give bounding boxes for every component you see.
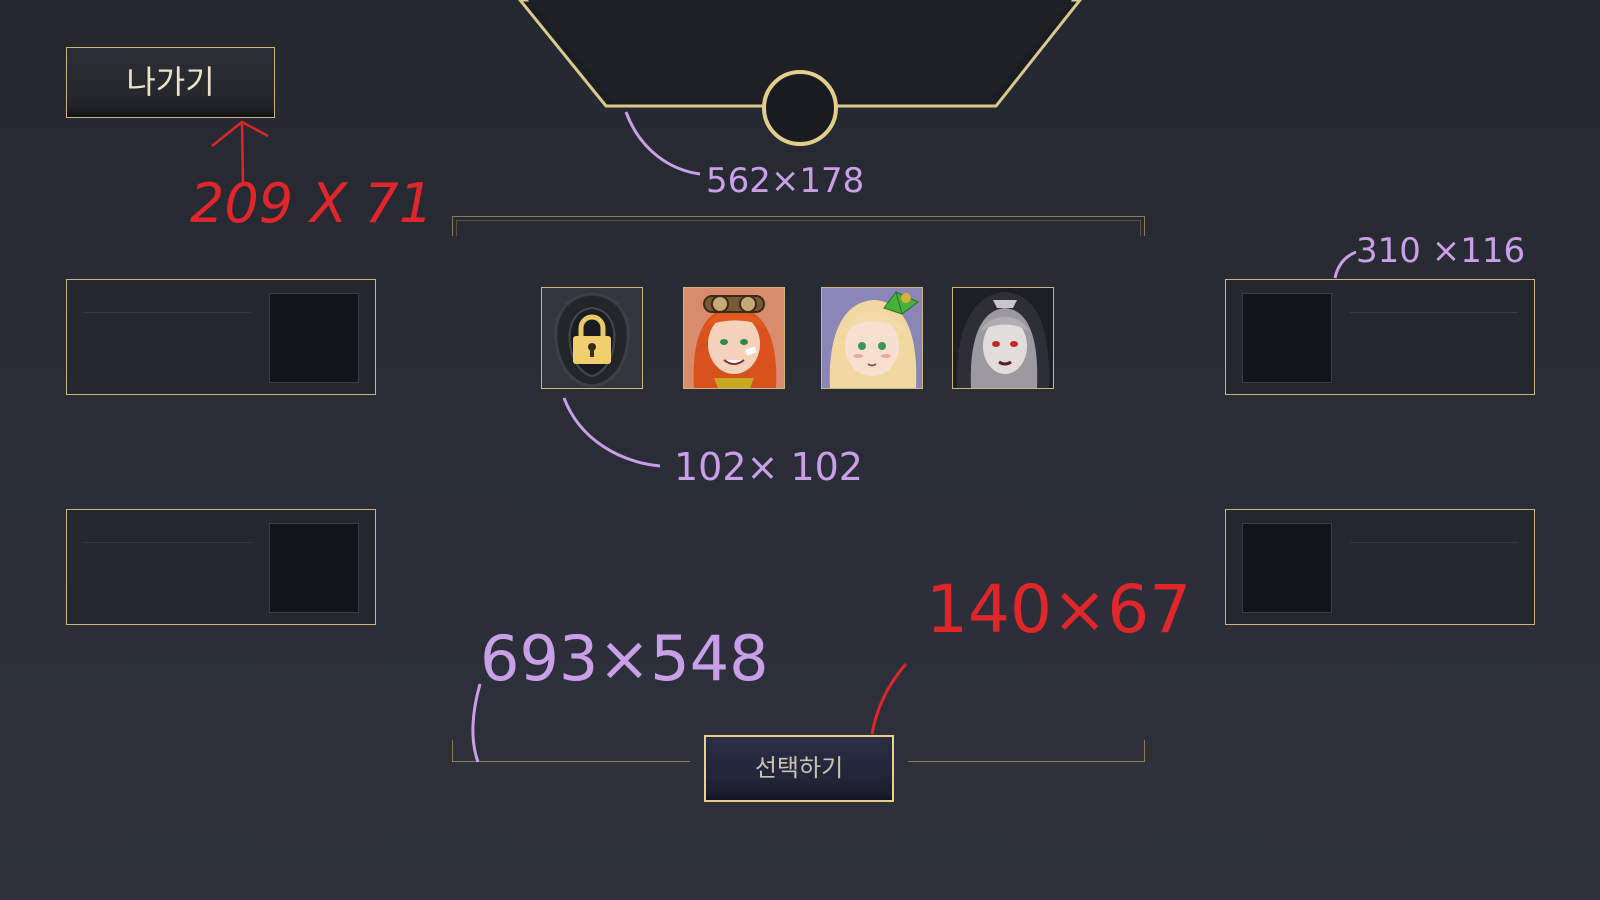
annotation-header-size: 562×178: [706, 161, 864, 201]
character-slot-hooded[interactable]: [952, 287, 1054, 389]
annotation-frame-size: 693×548: [480, 622, 769, 695]
annotation-slot-size: 102× 102: [674, 445, 863, 489]
select-button[interactable]: 선택하기: [704, 735, 894, 802]
annotation-panel-size: 310 ×116: [1356, 231, 1525, 271]
side-panel-left-2[interactable]: [66, 509, 376, 625]
frame-bottom-left-border: [452, 740, 690, 762]
panel-divider: [1350, 542, 1518, 543]
panel-divider: [83, 312, 251, 313]
panel-divider: [83, 542, 251, 543]
character-slot-locked[interactable]: [541, 287, 643, 389]
annotation-select-size: 140×67: [926, 571, 1191, 648]
side-panel-left-1[interactable]: [66, 279, 376, 395]
panel-thumbnail: [269, 523, 359, 613]
panel-thumbnail: [269, 293, 359, 383]
frame-bottom-right-border: [908, 740, 1145, 762]
side-panel-right-2[interactable]: [1225, 509, 1535, 625]
panel-divider: [1350, 312, 1518, 313]
annotation-exit-size: 209 X 71: [190, 172, 433, 235]
side-panel-right-1[interactable]: [1225, 279, 1535, 395]
character-slot-blonde[interactable]: [821, 287, 923, 389]
exit-button[interactable]: 나가기: [66, 47, 275, 118]
panel-thumbnail: [1242, 523, 1332, 613]
panel-thumbnail: [1242, 293, 1332, 383]
character-slot-orange-hair[interactable]: [683, 287, 785, 389]
header-emblem-circle: [762, 70, 838, 146]
frame-top-inner-border: [456, 220, 1141, 236]
